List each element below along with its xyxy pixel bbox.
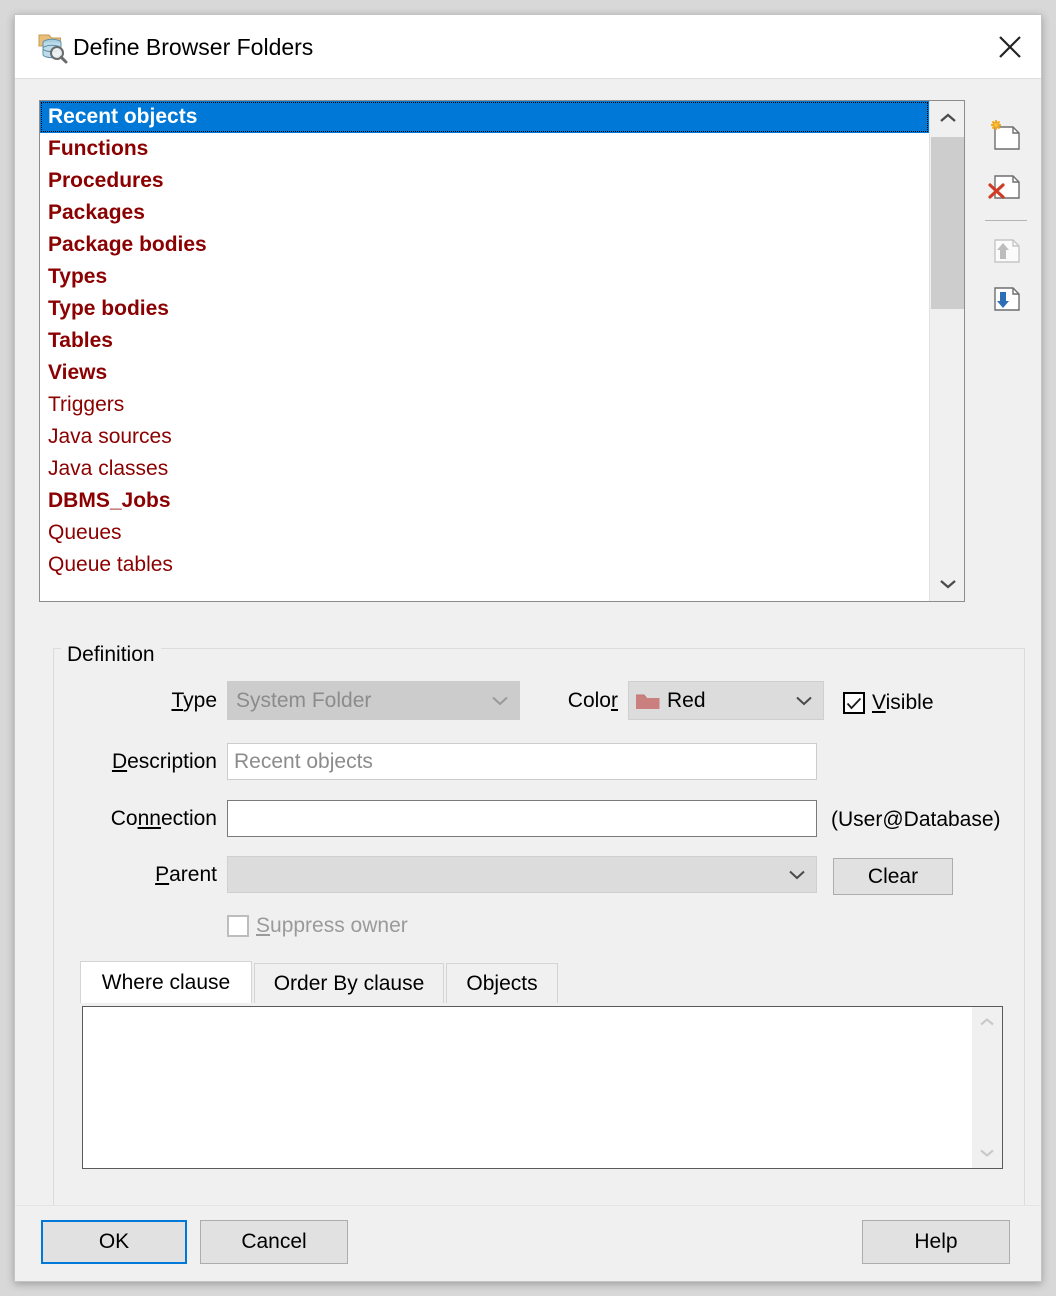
list-item[interactable]: Types: [40, 261, 929, 293]
folder-list[interactable]: Recent objects Functions Procedures Package…: [40, 101, 929, 601]
type-label: Type: [75, 689, 217, 713]
scroll-down-icon[interactable]: [930, 567, 965, 601]
tab-order-by-clause[interactable]: Order By clause: [254, 963, 444, 1003]
move-down-icon[interactable]: [983, 280, 1027, 320]
list-item[interactable]: Recent objects: [40, 101, 929, 133]
folder-list-container: Recent objects Functions Procedures Package…: [39, 100, 965, 602]
list-item[interactable]: Views: [40, 357, 929, 389]
clear-button[interactable]: Clear: [833, 858, 953, 895]
color-combo-value: Red: [667, 688, 706, 712]
scroll-up-icon[interactable]: [930, 101, 965, 135]
clause-textarea[interactable]: [83, 1007, 972, 1168]
page-title: Define Browser Folders: [73, 34, 314, 60]
check-icon: [846, 697, 862, 709]
clause-scrollbar[interactable]: [972, 1007, 1002, 1168]
type-combo-value: System Folder: [236, 688, 372, 712]
ok-button[interactable]: OK: [41, 1220, 187, 1264]
title-bar: Define Browser Folders: [15, 15, 1041, 79]
help-button[interactable]: Help: [862, 1220, 1010, 1264]
toolbar-divider: [985, 220, 1027, 221]
chevron-down-icon: [795, 695, 813, 706]
type-combo[interactable]: System Folder: [227, 681, 520, 720]
list-item[interactable]: Triggers: [40, 389, 929, 421]
clause-editor-container: [82, 1006, 1003, 1169]
cancel-button[interactable]: Cancel: [200, 1220, 348, 1264]
clause-tabs: Where clause Order By clause Objects: [80, 961, 1005, 1003]
type-label-post: ype: [183, 689, 217, 712]
dialog-footer: OK Cancel Help: [15, 1205, 1041, 1281]
list-item[interactable]: Package bodies: [40, 229, 929, 261]
scroll-down-icon[interactable]: [972, 1138, 1002, 1168]
parent-combo[interactable]: [227, 856, 817, 893]
scrollbar-thumb[interactable]: [931, 137, 964, 309]
new-folder-icon[interactable]: [983, 116, 1027, 156]
color-combo[interactable]: Red: [628, 681, 824, 720]
chevron-down-icon: [788, 869, 806, 880]
description-input[interactable]: Recent objects: [227, 743, 817, 780]
list-item[interactable]: Type bodies: [40, 293, 929, 325]
connection-label: Connection: [110, 807, 217, 830]
close-icon[interactable]: [983, 21, 1037, 73]
visible-label: Visible: [872, 691, 934, 714]
color-label: Color: [493, 689, 618, 713]
delete-folder-icon[interactable]: [983, 168, 1027, 208]
tab-where-clause[interactable]: Where clause: [80, 961, 252, 1003]
move-up-icon[interactable]: [983, 232, 1027, 272]
list-item[interactable]: Java sources: [40, 421, 929, 453]
connection-input[interactable]: [227, 800, 817, 837]
description-label: Description: [111, 750, 217, 773]
folder-database-search-icon: [35, 29, 71, 65]
connection-hint: (User@Database): [831, 808, 1001, 831]
list-item[interactable]: Packages: [40, 197, 929, 229]
list-item[interactable]: Java classes: [40, 453, 929, 485]
color-label-pre: Colo: [567, 689, 611, 712]
list-toolbar: [977, 110, 1033, 320]
definition-legend: Definition: [61, 643, 161, 667]
scroll-up-icon[interactable]: [972, 1007, 1002, 1037]
list-item[interactable]: Queues: [40, 517, 929, 549]
list-item[interactable]: Procedures: [40, 165, 929, 197]
parent-label: Parent: [155, 863, 217, 886]
description-value: Recent objects: [234, 749, 373, 773]
suppress-owner-label: Suppress owner: [256, 914, 408, 937]
type-label-mnemonic: T: [171, 689, 184, 712]
visible-checkbox[interactable]: Visible: [843, 691, 934, 715]
list-item[interactable]: Tables: [40, 325, 929, 357]
list-item[interactable]: Queue tables: [40, 549, 929, 581]
list-item[interactable]: Functions: [40, 133, 929, 165]
color-label-mnemonic: r: [611, 689, 618, 712]
checkbox-box: [227, 915, 249, 937]
dialog-window: Define Browser Folders Recent objects Fun…: [14, 14, 1042, 1282]
checkbox-box: [843, 692, 865, 714]
tab-objects[interactable]: Objects: [446, 963, 558, 1003]
list-item[interactable]: DBMS_Jobs: [40, 485, 929, 517]
suppress-owner-checkbox[interactable]: Suppress owner: [227, 914, 408, 938]
folder-color-swatch-icon: [635, 691, 661, 711]
folder-list-scrollbar[interactable]: [929, 101, 964, 601]
